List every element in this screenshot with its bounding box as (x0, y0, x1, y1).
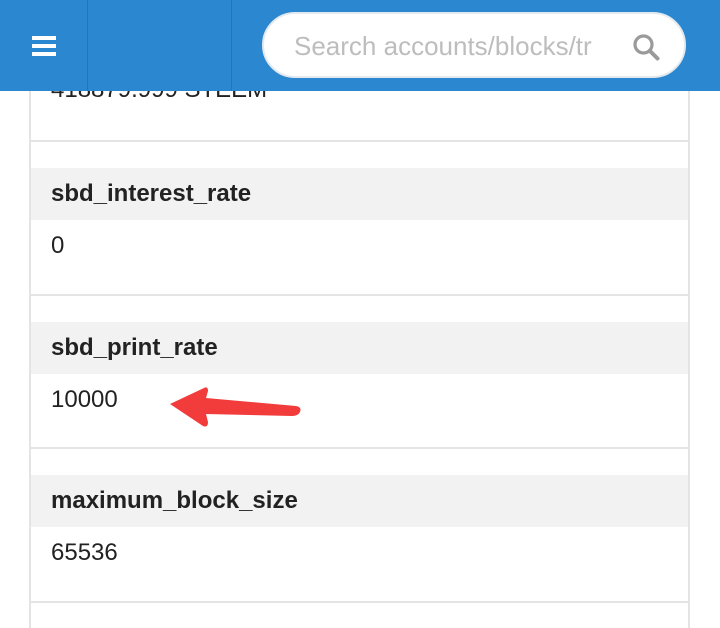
row-divider (31, 447, 688, 449)
search-icon[interactable] (632, 33, 660, 61)
search-input[interactable] (292, 14, 616, 78)
property-value-maximum-block-size: 65536 (51, 539, 118, 566)
red-arrow-icon (170, 387, 301, 427)
property-value-sbd-print-rate: 10000 (51, 386, 118, 413)
row-divider (31, 294, 688, 296)
property-key-sbd-interest-rate: sbd_interest_rate (31, 168, 688, 220)
property-key-sbd-print-rate: sbd_print_rate (31, 322, 688, 374)
properties-panel: 418879.999 STEEM sbd_interest_rate 0 sbd… (29, 0, 690, 628)
top-navigation-bar (0, 0, 720, 91)
row-divider (31, 601, 688, 603)
row-divider (31, 140, 688, 142)
search-box[interactable] (262, 12, 686, 78)
header-spacer (88, 0, 232, 91)
property-value-sbd-interest-rate: 0 (51, 232, 65, 259)
hamburger-menu-icon (31, 35, 56, 56)
menu-button[interactable] (0, 0, 88, 91)
property-key-maximum-block-size: maximum_block_size (31, 475, 688, 527)
